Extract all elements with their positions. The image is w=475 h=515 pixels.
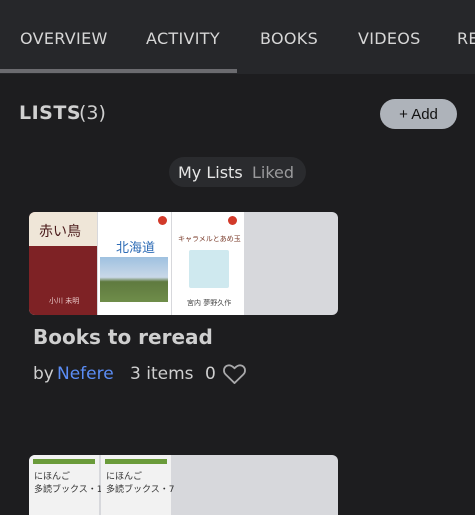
cover-title: キャラメルとあめ玉 bbox=[178, 235, 241, 243]
heart-icon[interactable] bbox=[221, 360, 248, 387]
cover-title: 赤い鳥 bbox=[39, 224, 81, 240]
lists-heading: LISTS bbox=[19, 102, 82, 124]
lists-count: (3) bbox=[79, 102, 106, 124]
tab-overview[interactable]: OVERVIEW bbox=[20, 29, 108, 48]
cover-author: 宮内 夢野久作 bbox=[187, 299, 232, 307]
likes-count: 0 bbox=[205, 364, 216, 384]
filter-my-lists[interactable]: My Lists bbox=[178, 163, 243, 182]
cover-band bbox=[33, 459, 95, 464]
cover-band bbox=[105, 459, 167, 464]
cover-author: 小川 未明 bbox=[49, 297, 80, 305]
tab-more[interactable]: RE bbox=[457, 29, 475, 48]
list-cover-strip[interactable]: 赤い鳥 小川 未明 北海道 キャラメルとあめ玉 宮内 夢野久作 bbox=[29, 212, 338, 315]
cover-title: にほんご bbox=[106, 472, 143, 482]
items-count: 3 items bbox=[130, 364, 194, 384]
book-cover: キャラメルとあめ玉 宮内 夢野久作 bbox=[172, 212, 244, 315]
active-tab-indicator bbox=[0, 69, 237, 73]
cover-subtitle: 多読ブックス・7 bbox=[106, 485, 175, 495]
filter-liked[interactable]: Liked bbox=[252, 163, 294, 182]
book-cover: 北海道 bbox=[98, 212, 171, 315]
add-list-button[interactable]: + Add bbox=[380, 99, 457, 129]
tab-books[interactable]: BOOKS bbox=[260, 29, 318, 48]
book-cover: 赤い鳥 小川 未明 bbox=[29, 212, 97, 315]
list-cover-strip[interactable]: にほんご 多読ブックス・1 にほんご 多読ブックス・7 bbox=[29, 455, 338, 515]
cover-title: にほんご bbox=[34, 472, 71, 482]
level-badge bbox=[158, 216, 167, 225]
cover-landscape-image bbox=[100, 257, 168, 302]
level-badge bbox=[228, 216, 237, 225]
by-label: by bbox=[33, 364, 54, 384]
cover-illustration bbox=[189, 250, 229, 288]
cover-title: 北海道 bbox=[116, 241, 156, 256]
cover-subtitle: 多読ブックス・1 bbox=[34, 485, 103, 495]
tab-videos[interactable]: VIDEOS bbox=[358, 29, 421, 48]
list-title[interactable]: Books to reread bbox=[33, 325, 213, 349]
profile-tab-bar: OVERVIEW ACTIVITY BOOKS VIDEOS RE bbox=[0, 0, 475, 74]
tab-activity[interactable]: ACTIVITY bbox=[146, 29, 220, 48]
book-cover: にほんご 多読ブックス・1 bbox=[29, 455, 103, 515]
lists-filter-toggle: My Lists Liked bbox=[169, 157, 306, 187]
list-owner-link[interactable]: Nefere bbox=[57, 364, 114, 384]
book-cover: にほんご 多読ブックス・7 bbox=[101, 455, 175, 515]
